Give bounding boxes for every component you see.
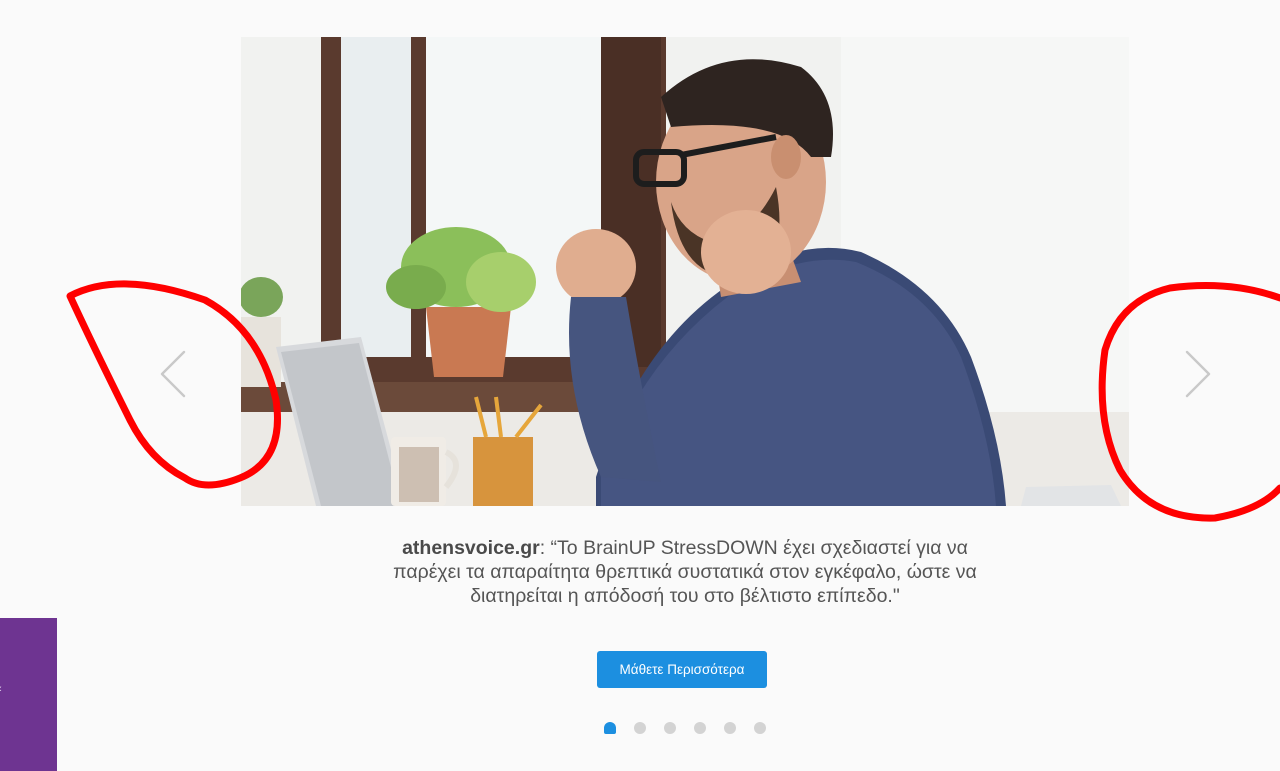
carousel-dot-4[interactable] — [694, 722, 706, 734]
slide-image — [241, 37, 1129, 506]
slide-caption: athensvoice.gr: “Το BrainUP StressDOWN έ… — [390, 536, 980, 608]
learn-more-button[interactable]: Μάθετε Περισσότερα — [597, 651, 767, 688]
chevron-left-icon — [160, 350, 186, 398]
side-tab-icon: ‹ — [0, 683, 2, 695]
carousel-dot-6[interactable] — [754, 722, 766, 734]
carousel-dot-5[interactable] — [724, 722, 736, 734]
carousel-dot-2[interactable] — [634, 722, 646, 734]
carousel-section: athensvoice.gr: “Το BrainUP StressDOWN έ… — [0, 0, 1280, 771]
carousel-dots — [604, 722, 766, 734]
carousel-next-button[interactable] — [1180, 350, 1214, 398]
chevron-right-icon — [1185, 350, 1211, 398]
carousel-dot-3[interactable] — [664, 722, 676, 734]
carousel-dot-1[interactable] — [604, 722, 616, 734]
caption-source: athensvoice.gr — [402, 537, 540, 559]
carousel-prev-button[interactable] — [157, 350, 191, 398]
side-tab[interactable] — [0, 618, 57, 771]
